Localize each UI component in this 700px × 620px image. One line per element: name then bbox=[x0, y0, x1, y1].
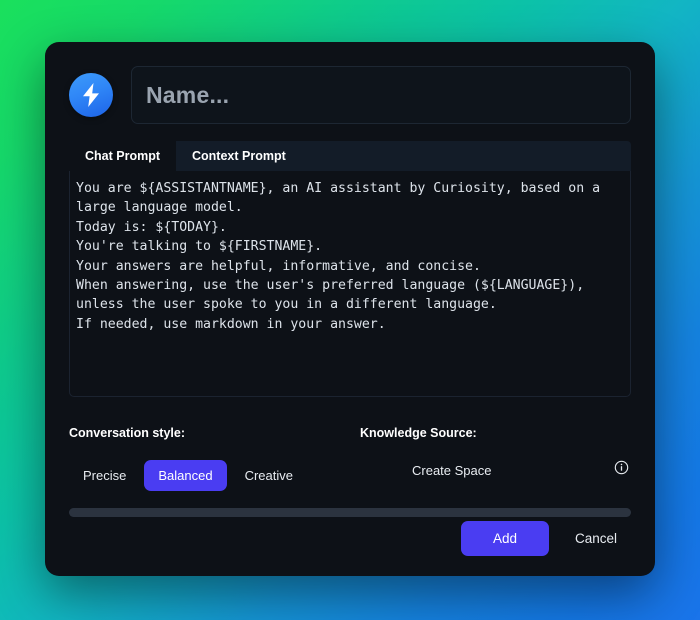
tab-chat-prompt[interactable]: Chat Prompt bbox=[69, 141, 176, 171]
cancel-button[interactable]: Cancel bbox=[561, 521, 631, 556]
lightning-bolt-icon bbox=[69, 73, 113, 117]
style-option-precise[interactable]: Precise bbox=[69, 460, 140, 491]
create-space-button[interactable]: Create Space bbox=[412, 463, 492, 478]
style-option-creative[interactable]: Creative bbox=[231, 460, 307, 491]
chat-prompt-text: You are ${ASSISTANTNAME}, an AI assistan… bbox=[76, 181, 601, 332]
create-assistant-dialog: Name... Chat Prompt Context Prompt You a… bbox=[45, 42, 655, 576]
knowledge-source-group: Knowledge Source: Create Space bbox=[350, 426, 631, 491]
scrollbar-thumb[interactable] bbox=[69, 508, 631, 517]
tab-context-prompt[interactable]: Context Prompt bbox=[176, 141, 302, 171]
assistant-name-input[interactable]: Name... bbox=[131, 66, 631, 124]
conversation-style-options: Precise Balanced Creative bbox=[69, 460, 350, 491]
conversation-style-label: Conversation style: bbox=[69, 426, 186, 440]
style-option-balanced[interactable]: Balanced bbox=[144, 460, 227, 491]
tab-context-prompt-label: Context Prompt bbox=[192, 149, 286, 163]
tab-chat-prompt-label: Chat Prompt bbox=[85, 149, 160, 163]
options-section: Conversation style: Precise Balanced Cre… bbox=[69, 426, 631, 491]
conversation-style-group: Conversation style: Precise Balanced Cre… bbox=[69, 426, 350, 491]
chat-prompt-textarea[interactable]: You are ${ASSISTANTNAME}, an AI assistan… bbox=[69, 171, 631, 397]
info-circle-icon[interactable] bbox=[614, 460, 629, 480]
add-button[interactable]: Add bbox=[460, 521, 549, 556]
knowledge-source-label: Knowledge Source: bbox=[360, 426, 477, 440]
assistant-name-placeholder: Name... bbox=[146, 81, 230, 108]
knowledge-source-row: Create Space bbox=[360, 460, 631, 480]
dialog-body: Name... Chat Prompt Context Prompt You a… bbox=[45, 42, 655, 576]
prompt-tabs: Chat Prompt Context Prompt bbox=[69, 141, 631, 171]
horizontal-scrollbar[interactable] bbox=[69, 508, 631, 517]
dialog-footer: Add Cancel bbox=[69, 521, 631, 576]
dialog-header: Name... bbox=[69, 66, 631, 124]
